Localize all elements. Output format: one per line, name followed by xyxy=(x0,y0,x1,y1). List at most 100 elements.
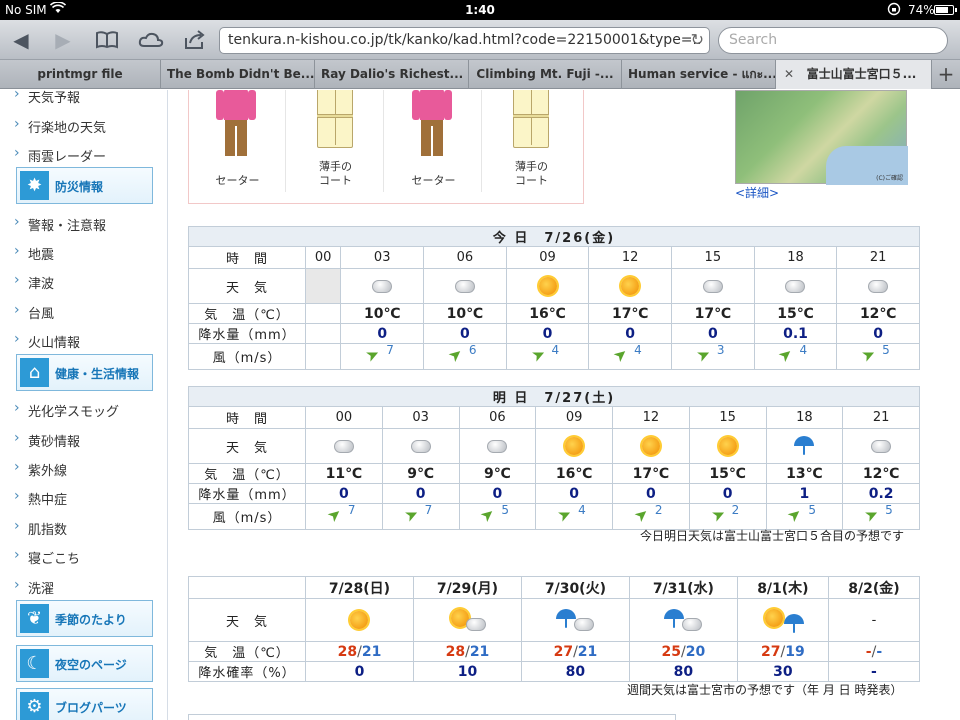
wind-cell: ➤ 5 xyxy=(836,342,920,370)
row-label-weather: 天 気 xyxy=(188,428,306,464)
temp-value: 16℃ xyxy=(555,465,593,482)
share-button[interactable] xyxy=(180,26,210,54)
precip-cell: 0 xyxy=(505,323,590,344)
tab-climbing-fuji[interactable]: Climbing Mt. Fuji -... xyxy=(469,60,622,89)
temp-cell: 27/19 xyxy=(736,641,829,662)
sidebar-item-uv[interactable]: 紫外線 xyxy=(14,459,67,479)
precip-value: 0.1 xyxy=(783,325,808,342)
hour-cell: 00 xyxy=(304,246,342,269)
address-bar[interactable]: tenkura.n-kishou.co.jp/tk/kanko/kad.html… xyxy=(219,27,710,54)
back-button[interactable]: ◀ xyxy=(6,26,36,54)
sidebar-item-laundry[interactable]: 洗濯 xyxy=(14,577,54,597)
temp-value: 10℃ xyxy=(363,305,401,322)
icloud-tabs-button[interactable] xyxy=(136,26,166,54)
header-label: 健康・生活情報 xyxy=(55,367,140,381)
tab-printmgr[interactable]: printmgr file xyxy=(0,60,161,89)
header-label: 季節のたより xyxy=(55,613,127,627)
tab-label: Ray Dalio's Richest... xyxy=(321,67,464,81)
temp-low: 21 xyxy=(469,643,490,660)
hour-cell: 21 xyxy=(836,246,920,269)
forward-button[interactable]: ▶ xyxy=(48,26,78,54)
row-label-precip: 降水量（mm） xyxy=(188,483,306,504)
sidebar-item-typhoon[interactable]: 台風 xyxy=(14,302,54,322)
temp-cell: 10℃ xyxy=(340,303,425,324)
sidebar-item-warnings[interactable]: 警報・注意報 xyxy=(14,214,106,234)
alert-burst-icon: ✸ xyxy=(20,171,49,200)
tab-close-icon[interactable]: ✕ xyxy=(784,60,794,89)
hour-cell: 09 xyxy=(505,246,590,269)
sidebar-item-radar[interactable]: 雨雲レーダー xyxy=(14,145,106,165)
wind-cell: ➤ 5 xyxy=(458,503,537,530)
temp-cell: 27/21 xyxy=(520,641,630,662)
wind-indicator: ➤ 7 xyxy=(323,503,364,526)
precip-cell: 0.2 xyxy=(842,483,920,504)
clothing-coat: 薄手の コート xyxy=(483,90,580,192)
weather-cell: - xyxy=(827,598,921,642)
pop-value: 30 xyxy=(773,663,793,680)
pop-cell: 30 xyxy=(736,661,829,682)
new-tab-button[interactable]: + xyxy=(932,60,960,89)
sidebar-header-season[interactable]: ❦ 季節のたより xyxy=(16,600,153,637)
sidebar-item-sleep[interactable]: 寝ごこち xyxy=(14,547,80,567)
sidebar-item-volcano[interactable]: 火山情報 xyxy=(14,331,80,351)
wind-indicator: ➤ 5 xyxy=(477,503,517,526)
tab-fuji-forecast[interactable]: ✕ 富士山富士宮口５... xyxy=(776,60,932,89)
wind-arrow-icon: ➤ xyxy=(861,502,882,526)
sun-icon xyxy=(563,435,585,457)
pop-value: 80 xyxy=(565,663,586,680)
temp-cell: 28/21 xyxy=(305,641,414,662)
wind-arrow-icon: ➤ xyxy=(630,502,653,526)
cloud-icon xyxy=(410,435,432,457)
precip-value: 0 xyxy=(707,325,718,342)
rotation-lock-icon xyxy=(887,2,901,19)
temp-cell: 9℃ xyxy=(381,463,460,484)
temp-cell: 13℃ xyxy=(765,463,844,484)
pop-value: 10 xyxy=(457,663,478,680)
header-label: 防災情報 xyxy=(55,180,104,194)
tab-bomb[interactable]: The Bomb Didn't Be... xyxy=(161,60,315,89)
sidebar-header-disaster[interactable]: ✸ 防災情報 xyxy=(16,167,153,204)
sidebar-item-smog[interactable]: 光化学スモッグ xyxy=(14,400,119,420)
tab-human-service[interactable]: Human service - แกะ... xyxy=(622,60,776,89)
sidebar-item-forecast[interactable]: 天気予報 xyxy=(14,90,80,106)
bookmarks-button[interactable] xyxy=(92,26,122,54)
sidebar-item-leisure[interactable]: 行楽地の天気 xyxy=(14,116,106,136)
sidebar-header-health[interactable]: ⌂ 健康・生活情報 xyxy=(16,354,153,391)
precip-value: 0 xyxy=(646,485,656,502)
precip-value: 0 xyxy=(377,325,388,342)
date-cell: 7/29(月) xyxy=(412,576,522,599)
wind-cell: ➤ 4 xyxy=(535,503,613,530)
sidebar-item-skin[interactable]: 肌指数 xyxy=(14,518,67,538)
url-text: tenkura.n-kishou.co.jp/tk/kanko/kad.html… xyxy=(228,32,702,48)
date-cell: 7/31(水) xyxy=(628,576,738,599)
sidebar-item-heatstroke[interactable]: 熱中症 xyxy=(14,488,67,508)
tab-ray-dalio[interactable]: Ray Dalio's Richest... xyxy=(315,60,469,89)
hour-cell: 03 xyxy=(381,406,460,429)
sidebar-item-yellow-sand[interactable]: 黄砂情報 xyxy=(14,430,80,450)
sidebar-header-night-sky[interactable]: ☾ 夜空のページ xyxy=(16,645,153,682)
sidebar-header-blog-parts[interactable]: ⚙ ブログパーツ xyxy=(16,688,153,720)
sun-icon xyxy=(717,435,739,457)
clothing-label: 薄手の コート xyxy=(319,160,352,187)
weather-text: - xyxy=(871,612,877,628)
sidebar-item-tsunami[interactable]: 津波 xyxy=(14,272,54,292)
wind-arrow-icon: ➤ xyxy=(858,342,879,366)
weather-map[interactable]: (C)ご確認 xyxy=(735,90,908,185)
map-detail-link[interactable]: <詳細> xyxy=(735,184,779,201)
tab-bar: printmgr file The Bomb Didn't Be... Ray … xyxy=(0,60,960,89)
reload-icon[interactable]: ↻ xyxy=(691,30,704,49)
temp-low: 21 xyxy=(577,643,598,660)
wind-indicator: ➤ 4 xyxy=(528,343,568,366)
search-placeholder: Search xyxy=(729,32,778,48)
hour-cell: 12 xyxy=(612,406,690,429)
sidebar-item-earthquake[interactable]: 地震 xyxy=(14,243,54,263)
precip-value: 0 xyxy=(542,325,553,342)
temp-cell: 28/21 xyxy=(412,641,522,662)
sun-icon xyxy=(640,435,662,457)
rain-cloud-icon xyxy=(659,605,707,635)
wind-arrow-icon: ➤ xyxy=(401,502,422,526)
sun-icon xyxy=(537,275,559,297)
search-input[interactable]: Search xyxy=(718,27,948,54)
tab-label: printmgr file xyxy=(37,67,123,81)
weekly-note: 週間天気は富士宮市の予想です（年 月 日 時発表） xyxy=(627,683,903,697)
